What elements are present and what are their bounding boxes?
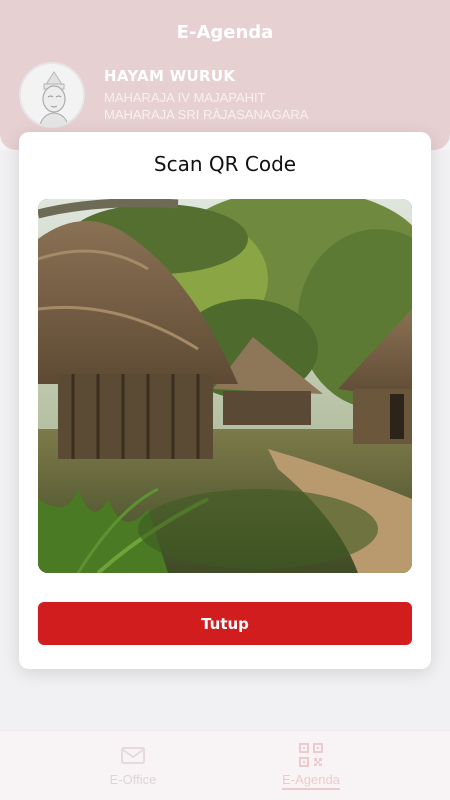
camera-preview[interactable] xyxy=(38,199,412,573)
camera-feed-image xyxy=(38,199,412,573)
scan-qr-modal: Scan QR Code Tutup xyxy=(19,132,431,669)
close-button[interactable]: Tutup xyxy=(38,602,412,645)
modal-title: Scan QR Code xyxy=(153,152,297,176)
